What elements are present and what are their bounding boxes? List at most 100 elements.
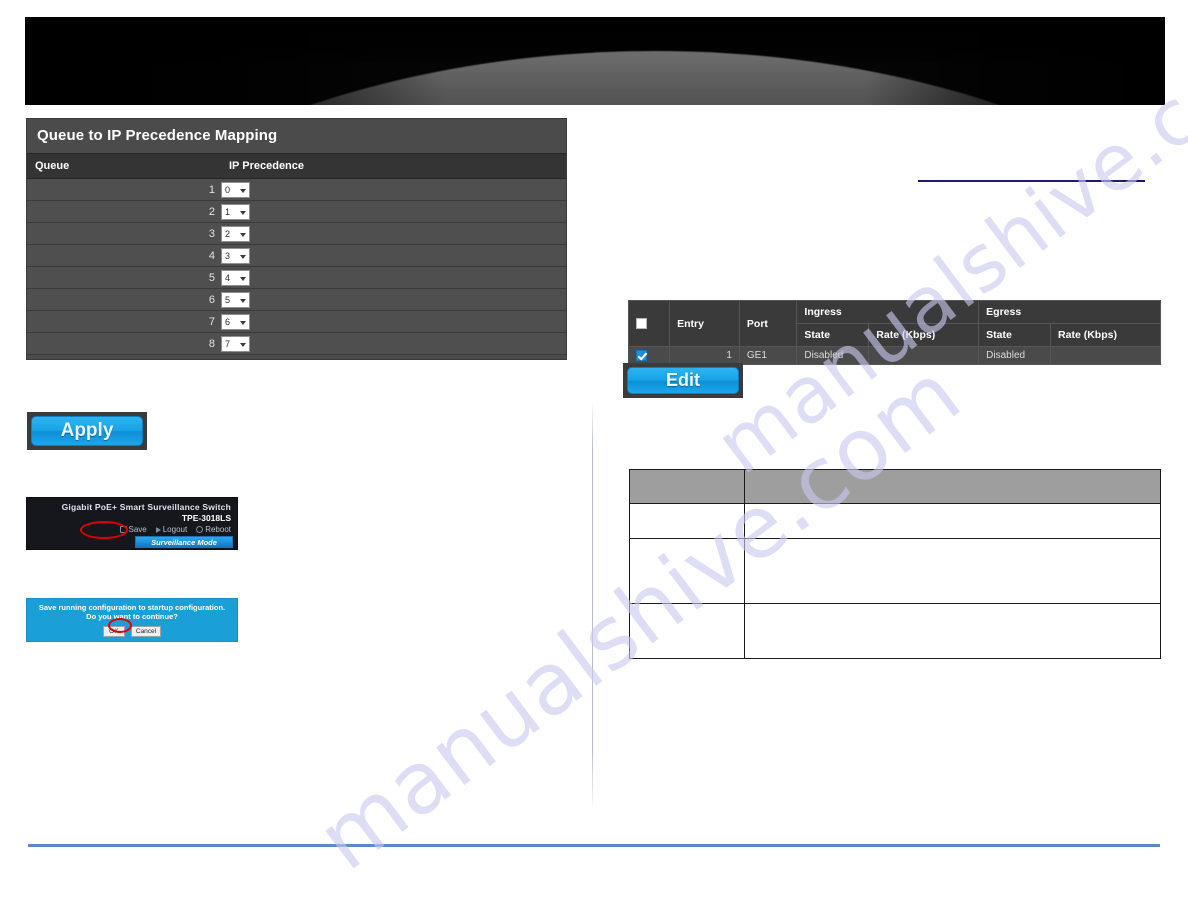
ip-precedence-value: 6 — [225, 316, 231, 327]
column-header-port: Port — [738, 300, 798, 347]
edit-button-container: Edit — [623, 363, 743, 398]
table-row: 10 — [27, 178, 566, 201]
chevron-down-icon — [240, 210, 246, 215]
device-header-bar: Gigabit PoE+ Smart Surveillance Switch T… — [26, 497, 238, 550]
logout-link-label: Logout — [162, 525, 188, 534]
banner-left-fade — [25, 17, 445, 105]
egress-state-cell: Disabled — [978, 345, 1052, 366]
reboot-link-label: Reboot — [205, 525, 231, 534]
save-link-label: Save — [128, 525, 147, 534]
save-link[interactable]: Save — [119, 525, 147, 534]
queue-number-cell: 8 — [27, 332, 221, 355]
queue-number-cell: 2 — [27, 200, 221, 223]
table-row: 54 — [27, 266, 566, 289]
logout-link[interactable]: Logout — [155, 525, 188, 534]
column-header-egress-rate: Rate (Kbps) — [1050, 323, 1161, 347]
queue-ip-precedence-panel: Queue to IP Precedence Mapping Queue IP … — [26, 118, 567, 360]
save-confirmation-dialog: Save running configuration to startup co… — [26, 598, 238, 642]
description-term-cell — [629, 503, 745, 539]
edit-button[interactable]: Edit — [627, 367, 739, 394]
device-product-name: Gigabit PoE+ Smart Surveillance Switch — [61, 502, 231, 512]
queue-number-cell: 3 — [27, 222, 221, 245]
column-divider — [592, 400, 593, 812]
panel-title: Queue to IP Precedence Mapping — [27, 119, 566, 153]
ip-precedence-cell: 3 — [221, 244, 566, 267]
table-row: 1 GE1 Disabled Disabled — [627, 345, 1161, 366]
column-header-egress-state: State — [978, 323, 1052, 347]
table-row: 65 — [27, 288, 566, 311]
description-header-row — [629, 469, 1161, 504]
description-header-col1 — [629, 469, 745, 504]
description-term-cell — [629, 603, 745, 659]
table-row: 87 — [27, 332, 566, 355]
table-row: 43 — [27, 244, 566, 267]
apply-button[interactable]: Apply — [31, 416, 143, 446]
description-term-cell — [629, 538, 745, 604]
ip-precedence-select[interactable]: 2 — [221, 225, 250, 242]
ip-precedence-cell: 5 — [221, 288, 566, 311]
ip-precedence-select[interactable]: 7 — [221, 335, 250, 352]
ip-precedence-cell: 2 — [221, 222, 566, 245]
save-dialog-ok-button[interactable]: OK — [102, 626, 125, 637]
description-detail-cell — [744, 603, 1161, 659]
reboot-link[interactable]: Reboot — [196, 525, 231, 534]
chevron-down-icon — [240, 188, 246, 193]
table-row: 21 — [27, 200, 566, 223]
ip-precedence-cell: 0 — [221, 178, 566, 201]
ip-precedence-cell: 1 — [221, 200, 566, 223]
manual-page: Queue to IP Precedence Mapping Queue IP … — [0, 0, 1188, 918]
footer-rule — [28, 844, 1160, 847]
reboot-power-icon — [196, 526, 204, 533]
row-select-cell[interactable] — [627, 345, 671, 366]
column-header-queue: Queue — [27, 153, 221, 179]
description-detail-cell — [744, 503, 1161, 539]
navy-underline-rule — [918, 180, 1145, 182]
chevron-down-icon — [240, 342, 246, 347]
ip-precedence-select[interactable]: 6 — [221, 313, 250, 330]
column-header-entry: Entry — [669, 300, 740, 347]
ip-precedence-value: 5 — [225, 294, 231, 305]
ip-precedence-select[interactable]: 0 — [221, 181, 250, 198]
select-all-header[interactable] — [627, 300, 671, 347]
save-disk-icon — [119, 526, 127, 533]
save-dialog-buttons: OK Cancel — [27, 626, 237, 637]
description-detail-cell — [744, 538, 1161, 604]
description-header-col2 — [744, 469, 1161, 504]
ip-precedence-cell: 7 — [221, 332, 566, 355]
chevron-down-icon — [240, 232, 246, 237]
queue-number-cell: 4 — [27, 244, 221, 267]
ip-precedence-cell: 6 — [221, 310, 566, 333]
queue-number-cell: 7 — [27, 310, 221, 333]
ip-precedence-select[interactable]: 1 — [221, 203, 250, 220]
egress-rate-cell — [1050, 345, 1161, 366]
rate-table-header-row-1: Entry Port Ingress Egress — [627, 300, 1161, 347]
product-banner-image — [25, 17, 1165, 105]
select-all-checkbox[interactable] — [636, 318, 647, 330]
row-checkbox[interactable] — [636, 350, 647, 361]
ip-precedence-select[interactable]: 5 — [221, 291, 250, 308]
chevron-down-icon — [240, 298, 246, 303]
device-model-number: TPE-3018LS — [181, 513, 231, 523]
save-dialog-cancel-button[interactable]: Cancel — [130, 626, 162, 637]
ip-precedence-cell: 4 — [221, 266, 566, 289]
ingress-rate-cell — [868, 345, 980, 366]
description-row — [629, 603, 1161, 659]
table-row: 76 — [27, 310, 566, 333]
queue-number-cell: 6 — [27, 288, 221, 311]
ip-precedence-value: 7 — [225, 338, 231, 349]
ip-precedence-select[interactable]: 3 — [221, 247, 250, 264]
column-header-ip-precedence: IP Precedence — [221, 153, 566, 179]
surveillance-mode-button[interactable]: Surveillance Mode — [135, 536, 233, 548]
column-header-ingress-rate: Rate (Kbps) — [868, 323, 980, 347]
save-dialog-message: Save running configuration to startup co… — [38, 603, 226, 621]
ip-precedence-value: 0 — [225, 184, 231, 195]
queue-number-cell: 1 — [27, 178, 221, 201]
table-header-row: Queue IP Precedence — [27, 153, 566, 179]
column-header-ingress-state: State — [796, 323, 870, 347]
ip-precedence-value: 1 — [225, 206, 231, 217]
description-row — [629, 503, 1161, 539]
entry-cell: 1 — [669, 345, 740, 366]
table-row: 32 — [27, 222, 566, 245]
port-cell: GE1 — [738, 345, 798, 366]
ip-precedence-select[interactable]: 4 — [221, 269, 250, 286]
